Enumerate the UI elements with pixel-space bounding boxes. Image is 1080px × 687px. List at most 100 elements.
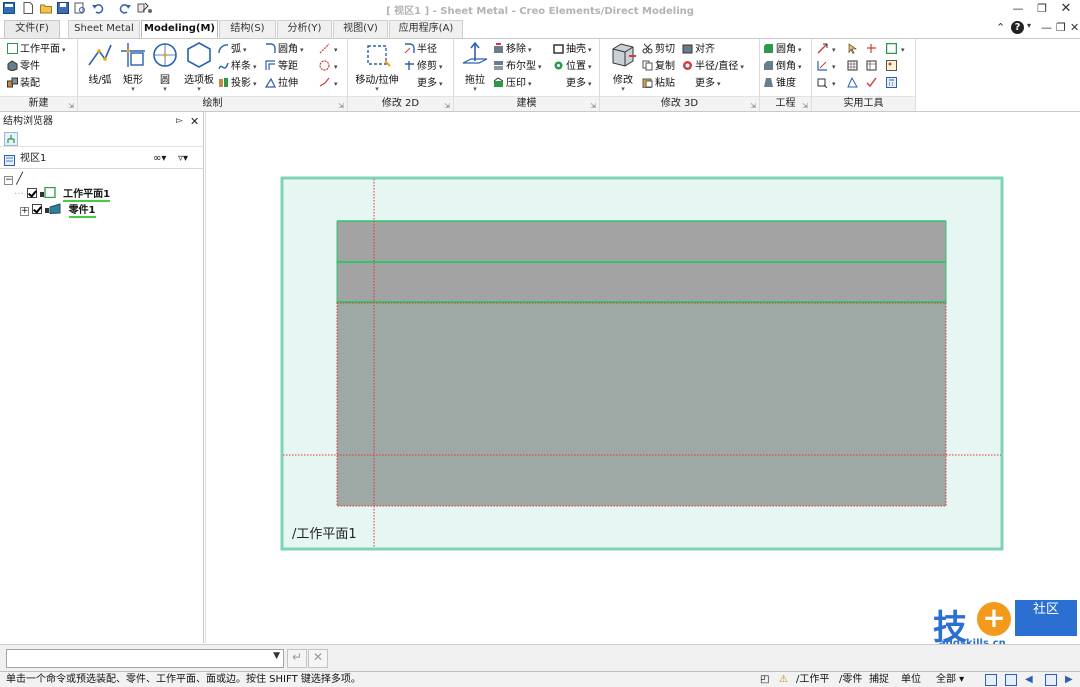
utility-select-button[interactable] xyxy=(847,41,860,58)
dialog-launcher-icon[interactable]: ⇲ xyxy=(590,99,596,113)
pin-icon[interactable]: ▻ xyxy=(176,112,183,131)
utility-grid-button[interactable] xyxy=(847,58,860,75)
dialog-launcher-icon[interactable]: ⇲ xyxy=(802,99,808,113)
assembly-button[interactable]: 装配 xyxy=(7,75,40,92)
sub-close-button[interactable]: ✕ xyxy=(1070,21,1079,34)
utility-frame-button[interactable]: ▾ xyxy=(885,41,905,58)
construction-arc-button[interactable]: ▾ xyxy=(319,75,338,92)
utility-table-button[interactable] xyxy=(866,58,879,75)
part-button[interactable]: 零件 xyxy=(7,58,40,75)
sub-restore-button[interactable]: ❐ xyxy=(1056,21,1066,34)
part-body[interactable] xyxy=(337,303,946,506)
tab-modeling[interactable]: Modeling(M) xyxy=(141,20,218,38)
fillet-3d-button[interactable]: 圆角 ▾ xyxy=(763,41,802,58)
arc-button[interactable]: 弧 ▾ xyxy=(218,41,247,58)
dialog-launcher-icon[interactable]: ⇲ xyxy=(750,99,756,113)
status-selection-icon[interactable]: ◰ xyxy=(760,672,769,687)
position-button[interactable]: 位置 ▾ xyxy=(553,58,592,75)
panel-close-icon[interactable]: ✕ xyxy=(190,112,199,131)
tab-view[interactable]: 视图(V) xyxy=(333,20,388,38)
more-2d-button[interactable]: 更多 ▾ xyxy=(404,75,443,92)
command-cancel-button[interactable]: ✕ xyxy=(308,649,328,668)
utility-measure-button[interactable]: ▾ xyxy=(817,41,836,58)
rectangle-button[interactable]: 矩形 ▾ xyxy=(118,41,148,93)
offset-button[interactable]: 等距 xyxy=(265,58,298,75)
boolean-button[interactable]: 布尔型 ▾ xyxy=(493,58,542,75)
dialog-launcher-icon[interactable]: ⇲ xyxy=(444,99,450,113)
workplane-visibility-checkbox[interactable] xyxy=(26,188,37,198)
help-icon[interactable]: ? xyxy=(1011,21,1024,34)
circle-button[interactable]: 圆 ▾ xyxy=(150,41,180,93)
command-dropdown-icon[interactable]: ▼ xyxy=(273,651,280,661)
status-prev-icon[interactable]: ◀ xyxy=(1025,672,1033,687)
dialog-launcher-icon[interactable]: ⇲ xyxy=(68,99,74,113)
status-view-icon[interactable] xyxy=(985,674,997,686)
binoculars-icon[interactable]: ∞▾ xyxy=(153,148,166,169)
cut-button[interactable]: 剪切 xyxy=(642,41,675,58)
taper-button[interactable]: 锥度 xyxy=(763,75,796,92)
status-zoom-icon[interactable] xyxy=(1045,674,1057,686)
align-button[interactable]: 对齐 xyxy=(682,41,715,58)
utility-query-button[interactable]: ▾ xyxy=(817,75,836,92)
viewport-canvas[interactable] xyxy=(206,112,1080,643)
fillet-2d-button[interactable]: 圆角 ▾ xyxy=(265,41,304,58)
3d-viewport[interactable]: /工作平面1 技 + 社区 addskills.cn xyxy=(205,112,1080,649)
status-workplane[interactable]: /工作平 xyxy=(796,672,829,687)
filter-icon[interactable]: ▿▾ xyxy=(178,148,188,169)
close-button[interactable]: ✕ xyxy=(1058,1,1074,16)
trim-button[interactable]: 修剪 ▾ xyxy=(404,58,443,75)
more-3d-button[interactable]: 更多 ▾ xyxy=(682,75,721,92)
warning-icon[interactable]: ⚠ xyxy=(779,672,788,687)
line-arc-button[interactable]: 线/弧 xyxy=(82,41,118,86)
paste-button[interactable]: 粘贴 xyxy=(642,75,675,92)
project-button[interactable]: 投影 ▾ xyxy=(218,75,257,92)
utility-dimension-button[interactable]: ▾ xyxy=(817,58,836,75)
tab-analysis[interactable]: 分析(Y) xyxy=(277,20,332,38)
utility-relation-button[interactable] xyxy=(866,41,879,58)
command-input[interactable]: ▼ xyxy=(6,649,284,668)
dialog-launcher-icon[interactable]: ⇲ xyxy=(338,99,344,113)
status-part[interactable]: /零件 xyxy=(839,672,862,687)
remove-button[interactable]: 移除 ▾ xyxy=(493,41,532,58)
sub-minimize-button[interactable]: — xyxy=(1041,21,1052,34)
part-visibility-checkbox[interactable] xyxy=(32,204,43,214)
construction-circle-button[interactable]: ▾ xyxy=(319,58,338,75)
utility-calculator-button[interactable] xyxy=(886,75,899,92)
tab-structure[interactable]: 结构(S) xyxy=(219,20,276,38)
modify-3d-button[interactable]: 修改 ▾ xyxy=(604,41,642,93)
utility-section-button[interactable] xyxy=(847,75,860,92)
workplane-button[interactable]: 工作平面 ▾ xyxy=(7,41,66,58)
utility-image-button[interactable] xyxy=(886,58,899,75)
construction-line-button[interactable]: ▾ xyxy=(319,41,338,58)
tree-view-icon[interactable] xyxy=(4,132,18,146)
status-fit-icon[interactable] xyxy=(1005,674,1017,686)
restore-button[interactable]: ❐ xyxy=(1034,1,1050,16)
tab-sheet-metal[interactable]: Sheet Metal xyxy=(68,20,140,38)
tree-item-part[interactable]: + 零件1 xyxy=(20,203,96,218)
tree-item-workplane[interactable]: ··· 工作平面1 xyxy=(14,186,111,202)
chamfer-button[interactable]: 倒角 ▾ xyxy=(763,58,802,75)
move-stretch-button[interactable]: 移动/拉伸 ▾ xyxy=(352,41,402,93)
more-model-button[interactable]: 更多 ▾ xyxy=(553,75,592,92)
radius-2d-button[interactable]: 半径 xyxy=(404,41,437,58)
tab-file[interactable]: 文件(F) xyxy=(4,20,60,38)
imprint-button[interactable]: 压印 ▾ xyxy=(493,75,532,92)
shell-button[interactable]: 抽壳 ▾ xyxy=(553,41,592,58)
stretch-button[interactable]: 拉伸 xyxy=(264,75,298,92)
radius-diameter-button[interactable]: 半径/直径 ▾ xyxy=(682,58,744,75)
status-next-icon[interactable]: ▶ xyxy=(1065,672,1073,687)
status-filter[interactable]: 全部 ▾ xyxy=(936,672,964,687)
spline-button[interactable]: 样条 ▾ xyxy=(218,58,257,75)
minimize-button[interactable]: — xyxy=(1010,1,1026,16)
pull-button[interactable]: 拖拉 ▾ xyxy=(458,41,492,93)
copy-button[interactable]: 复制 xyxy=(642,58,675,75)
collapse-ribbon-icon[interactable]: ⌃ xyxy=(996,21,1005,34)
palette-button[interactable]: 选项板 ▾ xyxy=(180,41,218,93)
help-dropdown-icon[interactable]: ▾ xyxy=(1027,21,1031,30)
utility-check-button[interactable] xyxy=(866,75,879,92)
tab-applications[interactable]: 应用程序(A) xyxy=(389,20,463,38)
tree-root[interactable]: − ╱ xyxy=(4,171,23,187)
status-units[interactable]: 单位 xyxy=(901,672,921,687)
command-accept-button[interactable]: ↵ xyxy=(287,649,307,668)
collapse-icon[interactable]: − xyxy=(4,176,13,185)
